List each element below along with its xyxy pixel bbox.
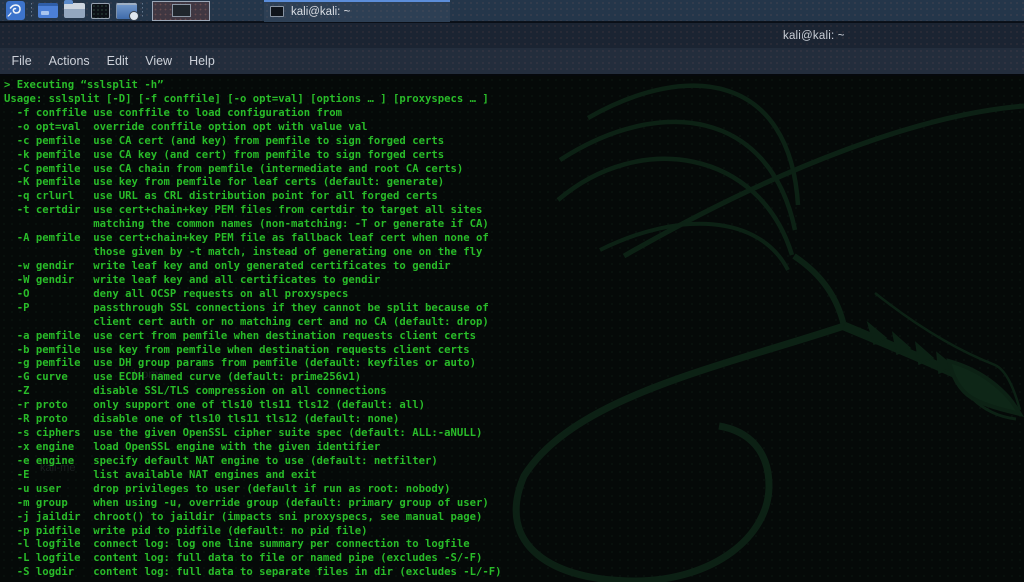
window-icon [38,3,58,18]
menu-actions[interactable]: Actions [40,54,98,68]
terminal-output: > Executing “sslsplit -h” Usage: sslspli… [4,79,501,580]
folder-icon [64,3,85,18]
terminal-viewport[interactable]: Home kali-me > Executing “sslsplit -h” U… [0,76,1024,582]
display-settings-button[interactable] [113,0,139,22]
desktop-screen: kali@kali: ~ kali@kali: ~ File Actions E… [0,0,1024,582]
taskbar-window-label: kali@kali: ~ [291,6,350,18]
monitor-icon [116,3,137,19]
taskbar-window-button[interactable]: kali@kali: ~ [264,0,450,22]
workspace-window-thumbnail [172,4,191,17]
kali-dragon-logo-icon [6,1,25,20]
menu-file[interactable]: File [3,54,40,68]
menu-view[interactable]: View [137,54,181,68]
taskbar: kali@kali: ~ [0,0,1024,22]
menu-help[interactable]: Help [181,54,224,68]
kali-dragon-watermark [424,76,1024,582]
menu-edit[interactable]: Edit [98,54,137,68]
taskbar-separator [31,3,32,19]
file-manager-button[interactable] [61,0,87,22]
window-titlebar[interactable]: kali@kali: ~ [0,22,1024,49]
terminal-icon [91,3,110,19]
menubar: File Actions Edit View Help [0,48,1024,76]
terminal-launcher-button[interactable] [87,0,113,22]
taskbar-separator [142,3,143,19]
window-title: kali@kali: ~ [783,30,845,42]
terminal-icon [270,6,284,17]
show-desktop-button[interactable] [35,0,61,22]
workspace-pager[interactable] [152,1,210,21]
kali-menu-button[interactable] [2,0,28,22]
